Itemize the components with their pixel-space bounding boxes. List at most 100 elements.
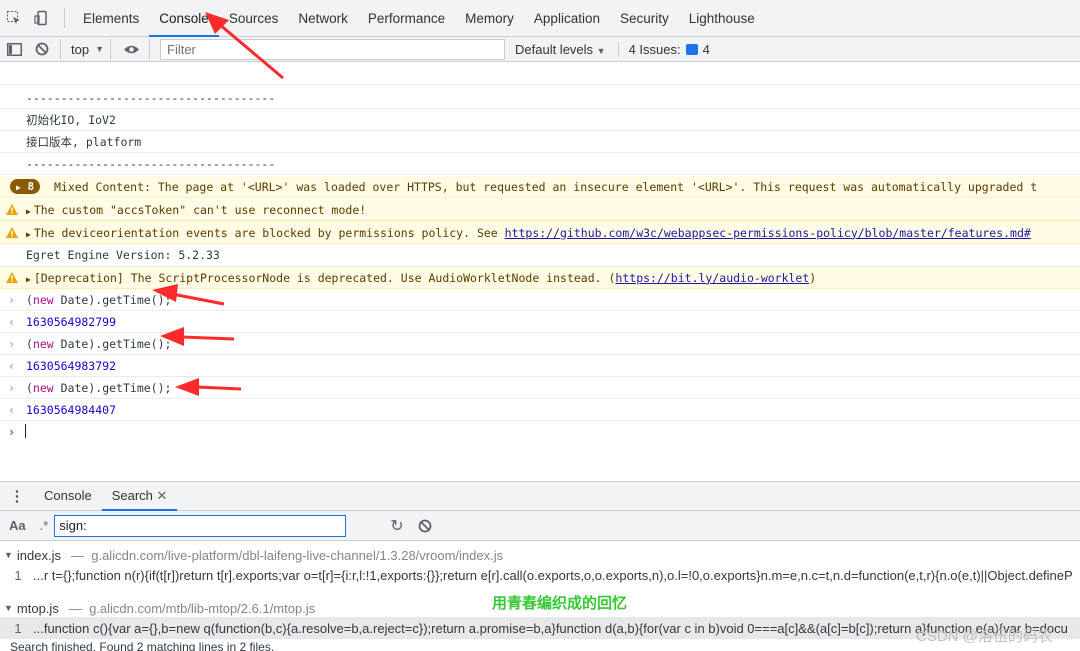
result-file-path: g.alicdn.com/live-platform/dbl-laifeng-l… bbox=[91, 547, 504, 563]
issue-message-icon bbox=[685, 43, 698, 55]
warning-icon bbox=[6, 272, 18, 283]
tab-memory[interactable]: Memory bbox=[455, 0, 524, 37]
warning-icon bbox=[6, 204, 18, 215]
text-caret bbox=[25, 424, 26, 438]
clear-search-icon[interactable] bbox=[418, 519, 432, 533]
expand-triangle-icon[interactable]: ▶ bbox=[26, 207, 31, 216]
search-status: Search finished. Found 2 matching lines … bbox=[10, 640, 275, 651]
log-text: ------------------------------------ bbox=[26, 156, 276, 171]
annotation-arrow-icon bbox=[175, 378, 242, 396]
log-row: ------------------------------------ bbox=[0, 87, 1080, 109]
log-text: [Deprecation] The ScriptProcessorNode is… bbox=[33, 270, 616, 285]
match-case-toggle[interactable]: Aa bbox=[9, 518, 26, 533]
annotation-arrow-icon bbox=[205, 12, 284, 80]
result-value: 1630564984407 bbox=[26, 402, 117, 417]
chevron-left-icon: ‹ bbox=[8, 402, 16, 417]
permissions-policy-link[interactable]: https://github.com/w3c/webappsec-permiss… bbox=[505, 226, 1031, 240]
refresh-icon[interactable]: ↻ bbox=[390, 516, 403, 536]
tab-performance[interactable]: Performance bbox=[358, 0, 455, 37]
drawer-tab-label: Search bbox=[111, 488, 153, 503]
default-levels-dropdown[interactable]: Default levels ▼ bbox=[515, 42, 606, 57]
regex-toggle[interactable]: .* bbox=[40, 518, 49, 533]
console-prompt[interactable]: › bbox=[0, 421, 1080, 443]
expand-triangle-icon: ▼ bbox=[4, 603, 13, 613]
expand-triangle-icon[interactable]: ▶ bbox=[26, 230, 31, 239]
log-text: Date).getTime(); bbox=[60, 380, 172, 395]
toolbar-divider bbox=[149, 39, 150, 59]
issues-button[interactable]: 4 Issues: 4 bbox=[617, 41, 710, 57]
repeat-count: 8 bbox=[27, 180, 35, 193]
search-input[interactable] bbox=[54, 514, 347, 537]
chevron-right-icon: › bbox=[8, 380, 16, 395]
log-text: Date).getTime(); bbox=[60, 336, 172, 351]
line-number: 1 bbox=[14, 620, 22, 636]
warning-row-mixed-content[interactable]: ▶ 8 Mixed Content: The page at '<URL>' w… bbox=[0, 176, 1080, 198]
toolbar-divider bbox=[60, 39, 61, 59]
chevron-right-icon: › bbox=[8, 336, 16, 351]
repeat-count-badge: ▶ 8 bbox=[10, 179, 41, 194]
log-row: ------------------------------------ bbox=[0, 153, 1080, 175]
log-text: Mixed Content: The page at '<URL>' was l… bbox=[54, 179, 1038, 194]
toolbar-divider bbox=[110, 39, 111, 59]
warning-icon bbox=[6, 227, 18, 238]
log-row: 接口版本, platform bbox=[0, 131, 1080, 153]
drawer-tab-console[interactable]: Console bbox=[34, 481, 102, 511]
result-file-path: g.alicdn.com/mtb/lib-mtop/2.6.1/mtop.js bbox=[89, 600, 316, 616]
log-text: ------------------------------------ bbox=[26, 90, 276, 105]
result-file-name: index.js bbox=[16, 547, 61, 563]
input-row: › (new Date).getTime(); bbox=[0, 377, 1080, 399]
result-file-name: mtop.js bbox=[16, 600, 59, 616]
search-toolbar: Aa .* ↻ bbox=[0, 511, 1080, 541]
log-text: The custom "accsToken" can't use reconne… bbox=[33, 202, 367, 217]
audio-worklet-link[interactable]: https://bit.ly/audio-worklet bbox=[615, 271, 809, 285]
tab-security[interactable]: Security bbox=[610, 0, 679, 37]
result-row: ‹ 1630564984407 bbox=[0, 399, 1080, 421]
inspect-element-icon[interactable] bbox=[0, 0, 28, 37]
toolbar-divider bbox=[64, 8, 65, 28]
log-row: 初始化IO, IoV2 bbox=[0, 109, 1080, 131]
keyword: new bbox=[32, 380, 54, 395]
close-icon[interactable]: ✕ bbox=[157, 488, 168, 503]
log-text: 初始化IO, IoV2 bbox=[26, 112, 116, 127]
tab-network[interactable]: Network bbox=[288, 0, 358, 37]
issues-label: 4 Issues: bbox=[628, 41, 681, 57]
context-selector[interactable]: top bbox=[65, 42, 95, 57]
match-snippet: ...r t={};function n(r){if(t[r])return t… bbox=[33, 567, 1073, 583]
console-log: ------------------------------------ 初始化… bbox=[0, 63, 1080, 481]
result-match-line[interactable]: 1 ...r t={};function n(r){if(t[r])return… bbox=[0, 564, 1080, 586]
drawer-tab-search[interactable]: Search ✕ bbox=[101, 481, 178, 511]
log-text: The deviceorientation events are blocked… bbox=[33, 225, 505, 240]
chevron-left-icon: ‹ bbox=[8, 314, 16, 329]
more-tools-kebab-icon[interactable]: ⋮ bbox=[0, 487, 34, 505]
annotation-arrow-icon bbox=[160, 327, 235, 346]
chevron-right-icon: › bbox=[8, 425, 16, 439]
live-expression-eye-icon[interactable] bbox=[117, 37, 145, 62]
tab-elements[interactable]: Elements bbox=[73, 0, 149, 37]
match-snippet: ...function c(){var a={},b=new q(functio… bbox=[33, 620, 1068, 636]
log-text: Egret Engine Version: 5.2.33 bbox=[26, 248, 220, 262]
chevron-down-icon: ▼ bbox=[95, 44, 104, 54]
annotation-arrow-icon bbox=[152, 284, 225, 306]
expand-triangle-icon[interactable]: ▶ bbox=[26, 275, 31, 284]
watermark-caption: 用青春编织成的回忆 bbox=[492, 595, 628, 612]
device-toolbar-icon[interactable] bbox=[28, 0, 56, 37]
chevron-right-icon: › bbox=[8, 292, 16, 307]
drawer-tabbar: ⋮ Console Search ✕ bbox=[0, 481, 1080, 511]
expand-triangle-icon: ▼ bbox=[4, 550, 13, 560]
watermark-corner: CSDN @洛伍的码农 bbox=[916, 628, 1053, 645]
expand-triangle-icon: ▶ bbox=[16, 183, 21, 192]
warning-row[interactable]: ▶ The deviceorientation events are blocke… bbox=[0, 222, 1080, 244]
issues-count: 4 bbox=[702, 41, 710, 57]
clear-console-icon[interactable] bbox=[28, 37, 56, 62]
empty-log-row bbox=[0, 63, 1080, 85]
chevron-left-icon: ‹ bbox=[8, 358, 16, 373]
tab-lighthouse[interactable]: Lighthouse bbox=[679, 0, 765, 37]
log-text: ) bbox=[809, 270, 817, 285]
warning-row[interactable]: ▶ The custom "accsToken" can't use reconn… bbox=[0, 199, 1080, 221]
log-text: 接口版本, platform bbox=[26, 134, 142, 149]
keyword: new bbox=[32, 292, 54, 307]
sidebar-toggle-icon[interactable] bbox=[0, 37, 28, 62]
tab-application[interactable]: Application bbox=[524, 0, 610, 37]
result-value: 1630564982799 bbox=[26, 314, 117, 329]
result-row: ‹ 1630564983792 bbox=[0, 355, 1080, 377]
